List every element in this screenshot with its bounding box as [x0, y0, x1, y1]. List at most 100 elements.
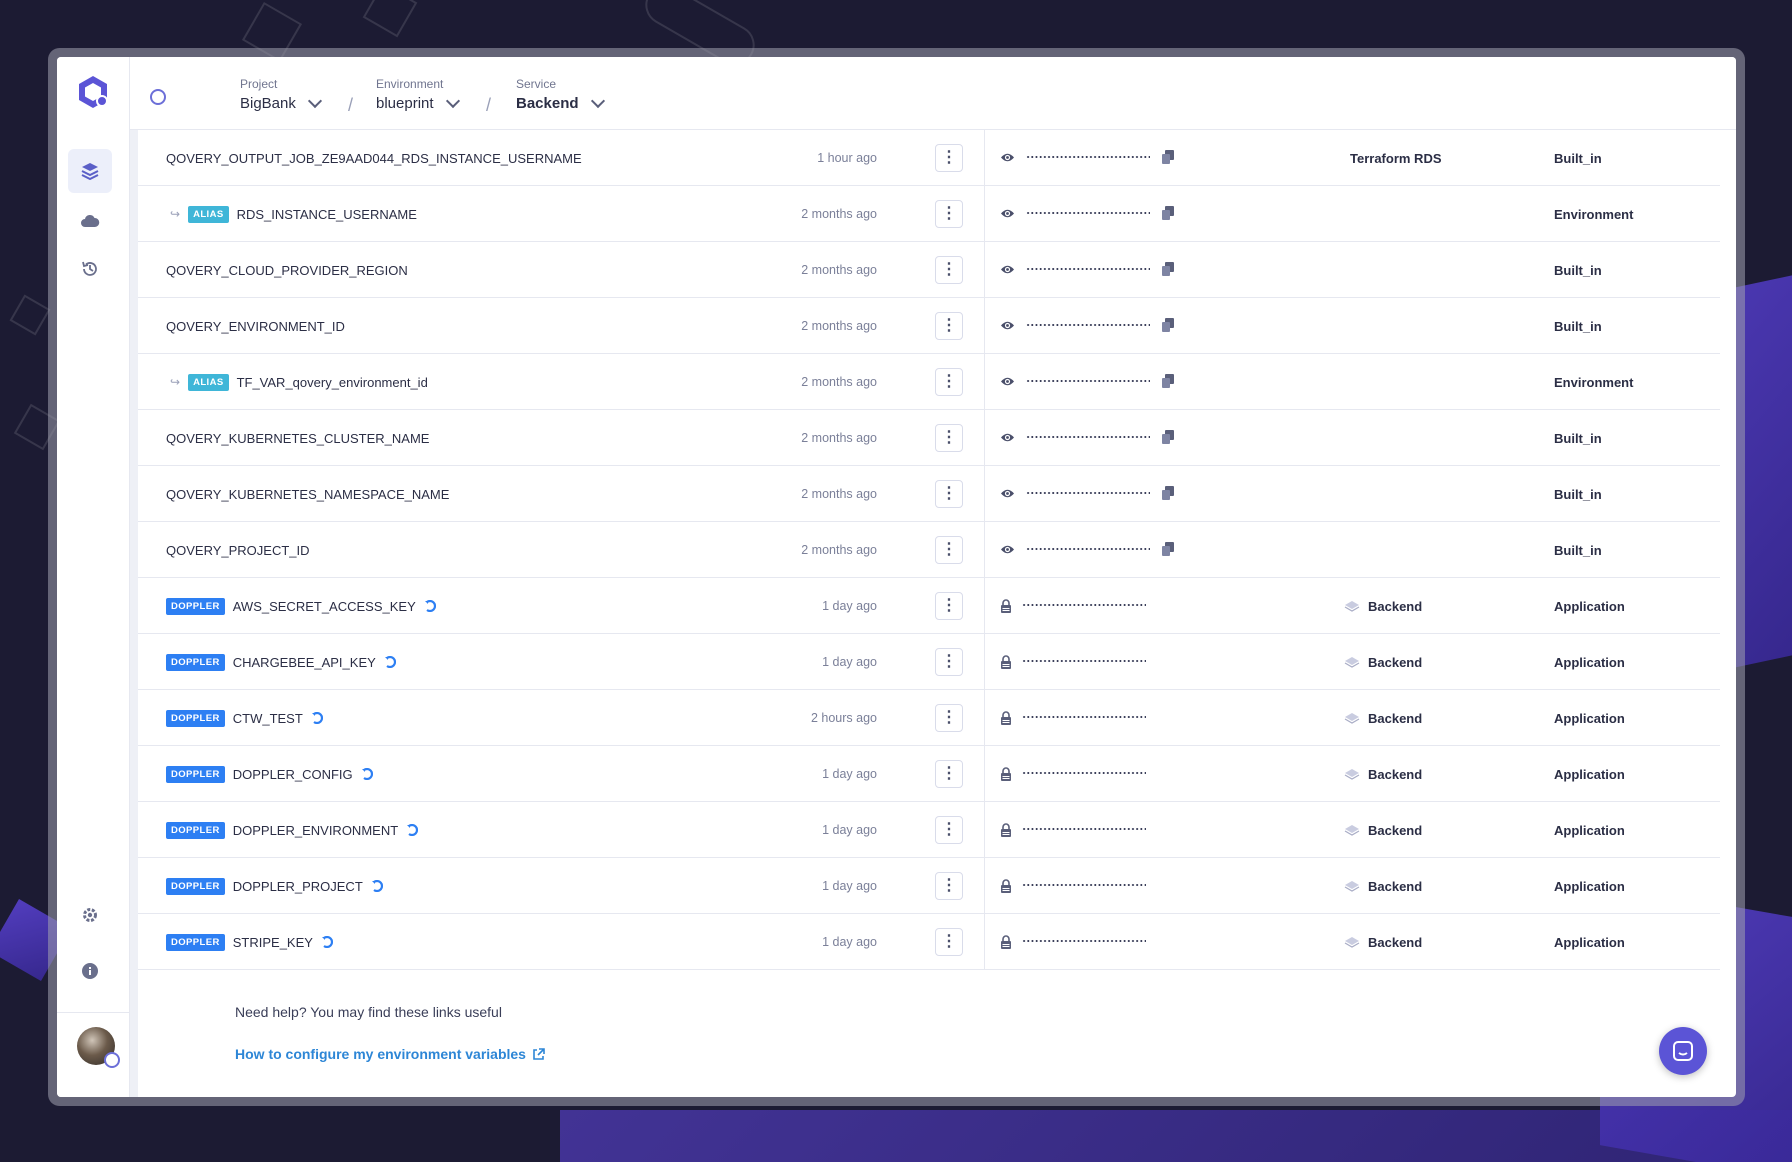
- eye-icon[interactable]: [1000, 374, 1015, 389]
- more-actions-button[interactable]: ⋮: [935, 760, 963, 788]
- table-row[interactable]: DOPPLER DOPPLER_PROJECT 1 day ago ⋮ Backend A…: [138, 858, 1720, 914]
- environment-value: blueprint: [376, 95, 434, 112]
- service-value: Backend: [516, 95, 579, 112]
- table-row[interactable]: DOPPLER AWS_SECRET_ACCESS_KEY 1 day ago ⋮ Ba…: [138, 578, 1720, 634]
- doppler-sync-icon: [407, 824, 419, 836]
- environment-selector[interactable]: Environment blueprint: [376, 77, 460, 112]
- column-divider: [984, 858, 985, 914]
- eye-icon[interactable]: [1000, 486, 1015, 501]
- scope-label: Built_in: [1554, 486, 1602, 502]
- more-actions-button[interactable]: ⋮: [935, 648, 963, 676]
- more-actions-button[interactable]: ⋮: [935, 312, 963, 340]
- scope-label: Application: [1554, 710, 1625, 726]
- project-selector[interactable]: Project BigBank: [240, 77, 322, 112]
- variable-name: AWS_SECRET_ACCESS_KEY: [232, 598, 416, 614]
- more-actions-button[interactable]: ⋮: [935, 144, 963, 172]
- doppler-sync-icon: [321, 936, 333, 948]
- more-actions-button[interactable]: ⋮: [935, 536, 963, 564]
- updated-time: 2 months ago: [801, 543, 877, 557]
- sidebar-item-environments[interactable]: [68, 149, 112, 193]
- table-row[interactable]: DOPPLER DOPPLER_ENVIRONMENT 1 day ago ⋮ Back…: [138, 802, 1720, 858]
- external-link-icon: [533, 1047, 545, 1060]
- service-cell: Backend: [1344, 578, 1422, 634]
- masked-value: [1022, 604, 1146, 606]
- lock-icon: [1001, 655, 1011, 669]
- copy-icon[interactable]: [1162, 374, 1174, 388]
- more-actions-button[interactable]: ⋮: [935, 200, 963, 228]
- copy-icon[interactable]: [1162, 486, 1174, 500]
- breadcrumb-separator: /: [348, 95, 354, 115]
- scope-label: Built_in: [1554, 150, 1602, 166]
- doppler-badge: DOPPLER: [166, 933, 225, 951]
- eye-icon[interactable]: [1000, 318, 1015, 333]
- updated-time: 2 months ago: [801, 431, 877, 445]
- qovery-logo-icon[interactable]: [74, 73, 112, 111]
- sidebar-divider: [57, 1012, 129, 1013]
- more-actions-button[interactable]: ⋮: [935, 928, 963, 956]
- more-actions-button[interactable]: ⋮: [935, 592, 963, 620]
- updated-time: 2 months ago: [801, 375, 877, 389]
- table-row[interactable]: QOVERY_PROJECT_ID 2 months ago ⋮ Built_in: [138, 522, 1720, 578]
- sidebar: [57, 57, 130, 1097]
- sidebar-item-settings[interactable]: [68, 893, 112, 937]
- updated-time: 1 day ago: [822, 767, 877, 781]
- updated-time: 1 day ago: [822, 599, 877, 613]
- service-cell: Terraform RDS: [1350, 130, 1442, 186]
- service-icon: [1344, 657, 1360, 668]
- table-row[interactable]: DOPPLER CTW_TEST 2 hours ago ⋮ Backend Applic…: [138, 690, 1720, 746]
- sidebar-item-history[interactable]: [68, 247, 112, 291]
- eye-icon[interactable]: [1000, 542, 1015, 557]
- scope-label: Application: [1554, 822, 1625, 838]
- sidebar-item-info[interactable]: [68, 949, 112, 993]
- variable-name-cell: QOVERY_ENVIRONMENT_ID: [166, 298, 345, 354]
- table-row[interactable]: DOPPLER DOPPLER_CONFIG 1 day ago ⋮ Backend Ap…: [138, 746, 1720, 802]
- more-actions-button[interactable]: ⋮: [935, 704, 963, 732]
- sidebar-item-clusters[interactable]: [68, 199, 112, 243]
- copy-icon[interactable]: [1162, 318, 1174, 332]
- more-actions-button[interactable]: ⋮: [935, 256, 963, 284]
- table-row[interactable]: DOPPLER STRIPE_KEY 1 day ago ⋮ Backend Applic…: [138, 914, 1720, 970]
- variable-name: QOVERY_ENVIRONMENT_ID: [166, 318, 345, 334]
- variable-name-cell: QOVERY_KUBERNETES_CLUSTER_NAME: [166, 410, 429, 466]
- scope-label: Built_in: [1554, 262, 1602, 278]
- service-selector[interactable]: Service Backend: [516, 77, 605, 112]
- more-actions-button[interactable]: ⋮: [935, 872, 963, 900]
- column-divider: [984, 522, 985, 578]
- more-actions-button[interactable]: ⋮: [935, 480, 963, 508]
- table-row[interactable]: QOVERY_KUBERNETES_CLUSTER_NAME 2 months a…: [138, 410, 1720, 466]
- doppler-sync-icon: [384, 656, 396, 668]
- table-row[interactable]: QOVERY_CLOUD_PROVIDER_REGION 2 months ago…: [138, 242, 1720, 298]
- breadcrumb: Project BigBank / Environment blueprint …: [130, 57, 1736, 130]
- scope-label: Application: [1554, 654, 1625, 670]
- more-actions-button[interactable]: ⋮: [935, 816, 963, 844]
- table-row[interactable]: ↪ ALIAS RDS_INSTANCE_USERNAME 2 months ago ⋮…: [138, 186, 1720, 242]
- table-row[interactable]: QOVERY_ENVIRONMENT_ID 2 months ago ⋮ Built_…: [138, 298, 1720, 354]
- copy-icon[interactable]: [1162, 430, 1174, 444]
- eye-icon[interactable]: [1000, 262, 1015, 277]
- more-actions-button[interactable]: ⋮: [935, 368, 963, 396]
- table-row[interactable]: ↪ ALIAS TF_VAR_qovery_environment_id 2 mont…: [138, 354, 1720, 410]
- table-row[interactable]: QOVERY_KUBERNETES_NAMESPACE_NAME 2 months…: [138, 466, 1720, 522]
- masked-value: [1026, 436, 1150, 438]
- copy-icon[interactable]: [1162, 206, 1174, 220]
- variable-name: CHARGEBEE_API_KEY: [232, 654, 376, 670]
- eye-icon[interactable]: [1000, 150, 1015, 165]
- chat-button[interactable]: [1659, 1027, 1707, 1075]
- more-actions-button[interactable]: ⋮: [935, 424, 963, 452]
- info-icon: [82, 963, 98, 979]
- table-row[interactable]: DOPPLER CHARGEBEE_API_KEY 1 day ago ⋮ Backen…: [138, 634, 1720, 690]
- service-name: Backend: [1368, 934, 1423, 950]
- scope-label: Built_in: [1554, 318, 1602, 334]
- eye-icon[interactable]: [1000, 430, 1015, 445]
- chevron-down-icon: [590, 93, 605, 108]
- table-row[interactable]: QOVERY_OUTPUT_JOB_ZE9AAD044_RDS_INSTANCE…: [138, 130, 1720, 186]
- variable-name: QOVERY_OUTPUT_JOB_ZE9AAD044_RDS_INSTANCE…: [166, 150, 582, 166]
- copy-icon[interactable]: [1162, 262, 1174, 276]
- help-link[interactable]: How to configure my environment variable…: [235, 1046, 545, 1062]
- copy-icon[interactable]: [1162, 150, 1174, 164]
- chat-icon: [1673, 1041, 1693, 1061]
- scope-label: Application: [1554, 878, 1625, 894]
- service-name: Backend: [1368, 766, 1423, 782]
- eye-icon[interactable]: [1000, 206, 1015, 221]
- copy-icon[interactable]: [1162, 542, 1174, 556]
